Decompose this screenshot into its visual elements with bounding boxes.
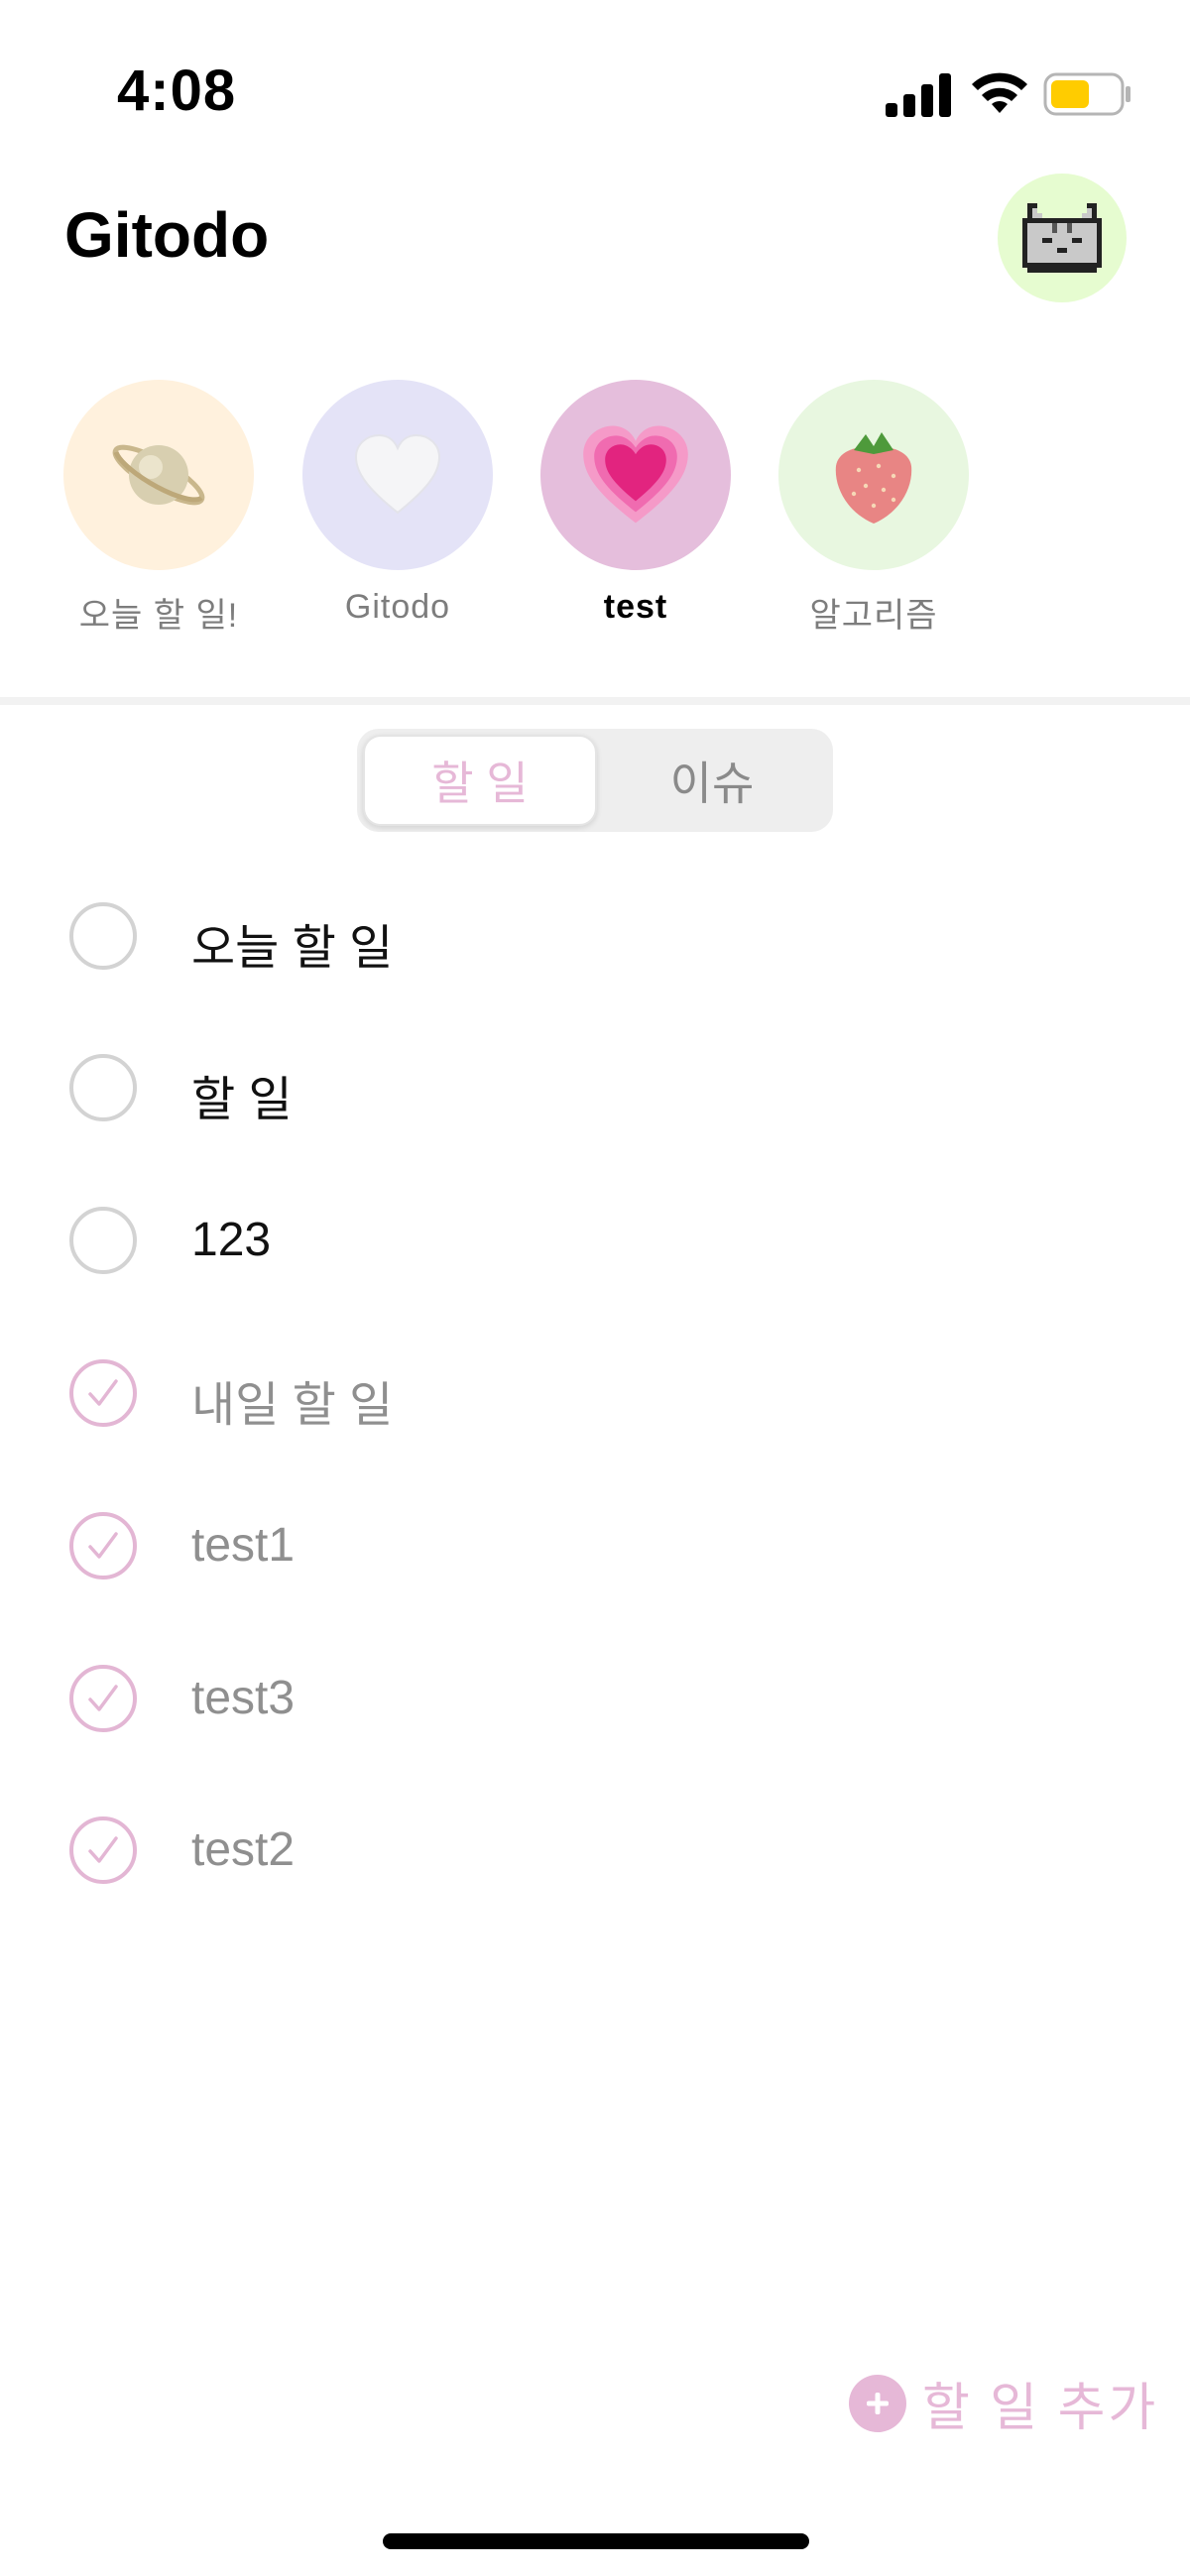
task-row[interactable]: 내일 할 일 xyxy=(0,1330,1190,1449)
signal-icon xyxy=(886,73,951,117)
checkmark-icon xyxy=(88,1379,118,1406)
project-icon-circle xyxy=(302,380,493,570)
task-checkbox[interactable] xyxy=(69,1207,137,1274)
white-heart-icon xyxy=(354,433,441,515)
project-list: 오늘 할 일! Gitodo test 알고리즘 xyxy=(0,380,1190,638)
task-row[interactable]: 오늘 할 일 xyxy=(0,873,1190,992)
task-checkbox[interactable] xyxy=(69,1816,137,1884)
pixel-cat-icon xyxy=(1022,203,1102,273)
task-checkbox[interactable] xyxy=(69,1665,137,1732)
project-name: 오늘 할 일! xyxy=(78,597,239,635)
add-todo-button[interactable]: 할 일 추가 xyxy=(849,2366,1158,2440)
task-checkbox[interactable] xyxy=(69,1054,137,1121)
home-indicator[interactable] xyxy=(383,2533,809,2549)
task-row[interactable]: test1 xyxy=(0,1482,1190,1601)
task-row[interactable]: 123 xyxy=(0,1177,1190,1296)
project-name: Gitodo xyxy=(344,588,451,626)
task-checkbox[interactable] xyxy=(69,1512,137,1580)
project-gitodo[interactable]: Gitodo xyxy=(279,380,517,638)
section-divider xyxy=(0,697,1190,705)
tab-todo[interactable]: 할 일 xyxy=(363,735,597,826)
battery-icon xyxy=(1043,72,1130,116)
wifi-icon xyxy=(972,72,1027,113)
checkmark-icon xyxy=(88,1532,118,1559)
tab-issue[interactable]: 이슈 xyxy=(597,735,827,826)
project-today[interactable]: 오늘 할 일! xyxy=(40,380,278,638)
task-row[interactable]: 할 일 xyxy=(0,1024,1190,1143)
status-time: 4:08 xyxy=(117,59,237,123)
task-title: test3 xyxy=(191,1672,296,1724)
todo-issue-segmented-control: 할 일 이슈 xyxy=(357,729,833,832)
project-test[interactable]: test xyxy=(517,380,755,638)
status-bar: 4:08 xyxy=(0,0,1190,188)
app-title: Gitodo xyxy=(64,199,270,271)
project-name: 알고리즘 xyxy=(809,597,938,635)
project-name: test xyxy=(603,588,668,626)
app-screen: 4:08 Gitodo 오늘 할 일! Gitodo test 알고리즘 할 일… xyxy=(0,0,1190,2576)
project-icon-circle xyxy=(63,380,254,570)
profile-avatar[interactable] xyxy=(998,174,1127,302)
project-icon-circle xyxy=(778,380,969,570)
plus-circle-icon xyxy=(849,2374,906,2432)
task-title: test1 xyxy=(191,1519,296,1572)
growing-heart-icon xyxy=(583,425,688,524)
task-title: 내일 할 일 xyxy=(191,1379,394,1432)
checkmark-icon xyxy=(88,1685,118,1711)
task-row[interactable]: test2 xyxy=(0,1787,1190,1906)
task-title: 할 일 xyxy=(191,1074,293,1126)
ringed-planet-icon xyxy=(112,444,205,506)
task-title: 오늘 할 일 xyxy=(191,922,394,975)
task-checkbox[interactable] xyxy=(69,902,137,970)
checkmark-icon xyxy=(88,1836,118,1863)
project-algorithm[interactable]: 알고리즘 xyxy=(755,380,993,638)
project-icon-circle xyxy=(540,380,731,570)
strawberry-icon xyxy=(835,432,912,524)
task-title: 123 xyxy=(191,1214,272,1266)
task-row[interactable]: test3 xyxy=(0,1635,1190,1754)
add-todo-label: 할 일 추가 xyxy=(922,2380,1159,2437)
task-title: test2 xyxy=(191,1823,296,1876)
task-checkbox[interactable] xyxy=(69,1359,137,1427)
